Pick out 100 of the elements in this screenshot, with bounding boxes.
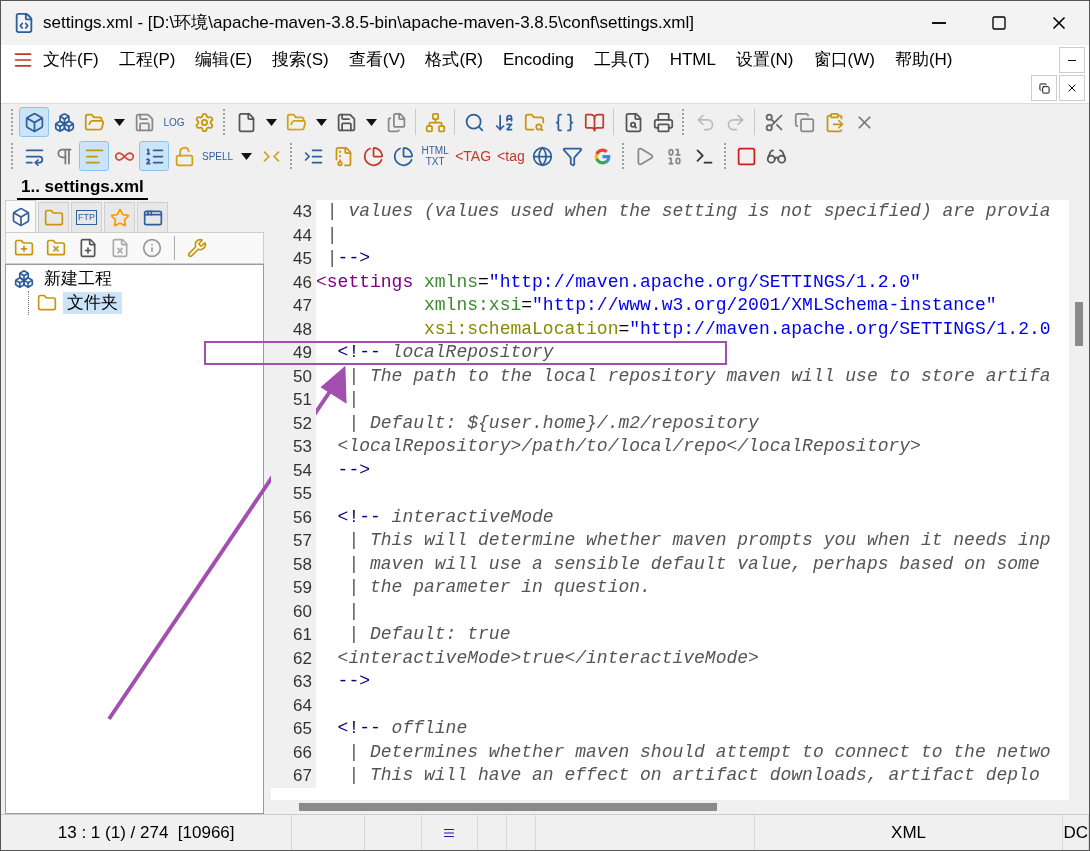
scissors-icon: [763, 111, 785, 133]
folder-icon: [83, 111, 105, 133]
line-number: 46: [271, 270, 316, 294]
padlock-icon: [173, 145, 195, 167]
line-number: 65: [271, 717, 316, 741]
line-number: 44: [271, 223, 316, 247]
code-line: |-->: [325, 247, 370, 270]
line-number: 47: [271, 294, 316, 318]
scroll-thumb[interactable]: [1075, 302, 1083, 346]
toolbar-button[interactable]: SPELL: [199, 141, 237, 171]
line-number: 60: [271, 599, 316, 623]
code-line: xmlns:xsi="http://www.w3.org/2001/XMLSchema-instance": [423, 294, 997, 317]
menu-item[interactable]: 工程(P): [108, 47, 186, 73]
funnel-icon: [562, 145, 584, 167]
folder-icon: [285, 111, 307, 133]
menu-item[interactable]: HTML: [659, 47, 726, 73]
toolbar-button[interactable]: <tag: [494, 141, 528, 171]
file-add-icon: [78, 238, 98, 258]
doc-restore-button[interactable]: [1031, 75, 1057, 101]
info-icon: [142, 238, 162, 258]
line-number: 52: [271, 411, 316, 435]
line-number: 53: [271, 435, 316, 459]
tree-item[interactable]: 文件夹: [63, 292, 122, 314]
panel-tab[interactable]: FTP: [71, 202, 102, 232]
lines-icon: [443, 826, 456, 839]
minimize-icon: [1068, 59, 1076, 61]
code-line: -->: [336, 670, 370, 693]
star-icon: [109, 207, 130, 228]
menu-item[interactable]: Encoding: [493, 47, 584, 73]
code-line: | maven will use a sensible default value, perhaps based on some: [347, 552, 1040, 576]
minimize-icon: [932, 22, 946, 24]
code-line: | the parameter in question.: [347, 576, 651, 599]
toolbar-button[interactable]: <TAG: [452, 141, 495, 171]
caret-icon: [315, 118, 327, 126]
code-line: <!-- offline: [336, 717, 468, 740]
menu-item[interactable]: 设置(N): [725, 47, 804, 73]
line-number: 56: [271, 505, 316, 529]
cubes-icon: [53, 111, 75, 133]
project-icon: [14, 269, 34, 289]
code-line: | This will have an effect on artifact downloads, artifact deplo: [347, 764, 1040, 787]
printer-icon: [652, 111, 674, 133]
cube-icon: [23, 111, 45, 133]
code-line: | This will determine whether maven prompts you when it needs inp: [347, 529, 1051, 552]
search-icon: [463, 111, 485, 133]
folder-icon: [37, 293, 57, 313]
line-number: 59: [271, 576, 316, 600]
code-line: | Determines whether maven should attempt to connect to the netwo: [347, 740, 1051, 764]
line-number: 61: [271, 623, 316, 647]
menu-item[interactable]: 文件(F): [33, 47, 109, 73]
braces-icon: [553, 111, 575, 133]
code-line: xsi:schemaLocation="http://maven.apache.org/SETTINGS/1.2.0: [423, 317, 1051, 341]
copy-icon: [793, 111, 815, 133]
menu-item[interactable]: 工具(T): [583, 47, 660, 73]
file-remove-icon: [110, 238, 130, 258]
menu-item[interactable]: 格式(R): [415, 47, 493, 73]
maximize-icon: [991, 15, 1007, 31]
line-number: 63: [271, 670, 316, 694]
code-line: | The path to the local repository maven will use to store artifa: [347, 364, 1051, 388]
panel-tab[interactable]: [137, 202, 168, 232]
cube-button[interactable]: [19, 107, 49, 137]
tree-icon: [424, 111, 446, 133]
status-text: DC: [1063, 821, 1088, 844]
close-icon: [1066, 82, 1078, 94]
code-line: <interactiveMode>true</interactiveMode>: [336, 646, 759, 670]
line-number: 50: [271, 364, 316, 388]
stop-icon: [736, 145, 758, 167]
line-number: 51: [271, 388, 316, 412]
line-number: 66: [271, 740, 316, 764]
pie-chart-icon: [392, 145, 414, 167]
folder-add-icon: [14, 238, 34, 258]
folder-icon: [43, 207, 64, 228]
code-line: |: [347, 599, 360, 623]
menu-item[interactable]: 查看(V): [338, 47, 416, 73]
caret-icon: [265, 118, 277, 126]
code-line: | Default: ${user.home}/.m2/repository: [347, 411, 759, 435]
code-line: <localRepository>/path/to/local/repo</localRepository>: [336, 435, 921, 458]
globe-icon: [532, 145, 554, 167]
line-number: 43: [271, 200, 316, 224]
menu-item[interactable]: 编辑(E): [185, 47, 263, 73]
line-number: 62: [271, 646, 316, 670]
menu-item[interactable]: 帮助(H): [884, 47, 963, 73]
panel-tab[interactable]: [5, 200, 36, 232]
caret-icon: [365, 118, 377, 126]
line-number: 64: [271, 693, 316, 717]
code-line: |: [347, 388, 360, 411]
line-number: 57: [271, 529, 316, 553]
line-number: 54: [271, 458, 316, 482]
toolbar-button[interactable]: LOG: [159, 107, 189, 137]
toolbar-button[interactable]: HTML TXT: [418, 141, 453, 171]
document-icon: [13, 12, 35, 34]
menu-item[interactable]: 搜索(S): [262, 47, 339, 73]
gear-icon: [193, 111, 215, 133]
tree-item[interactable]: 新建工程: [40, 268, 116, 290]
code-line: <!-- localRepository: [336, 341, 554, 364]
numbered-list-button[interactable]: [139, 141, 169, 171]
line-number: 45: [271, 247, 316, 271]
window-title: settings.xml - [D:\环境\apache-maven-3.8.5-bin\apache-maven-3.8.5\conf\settings.xml]: [43, 12, 694, 35]
scroll-thumb[interactable]: [299, 803, 717, 811]
tools-icon: [187, 238, 207, 258]
menu-item[interactable]: 窗口(W): [803, 47, 885, 73]
